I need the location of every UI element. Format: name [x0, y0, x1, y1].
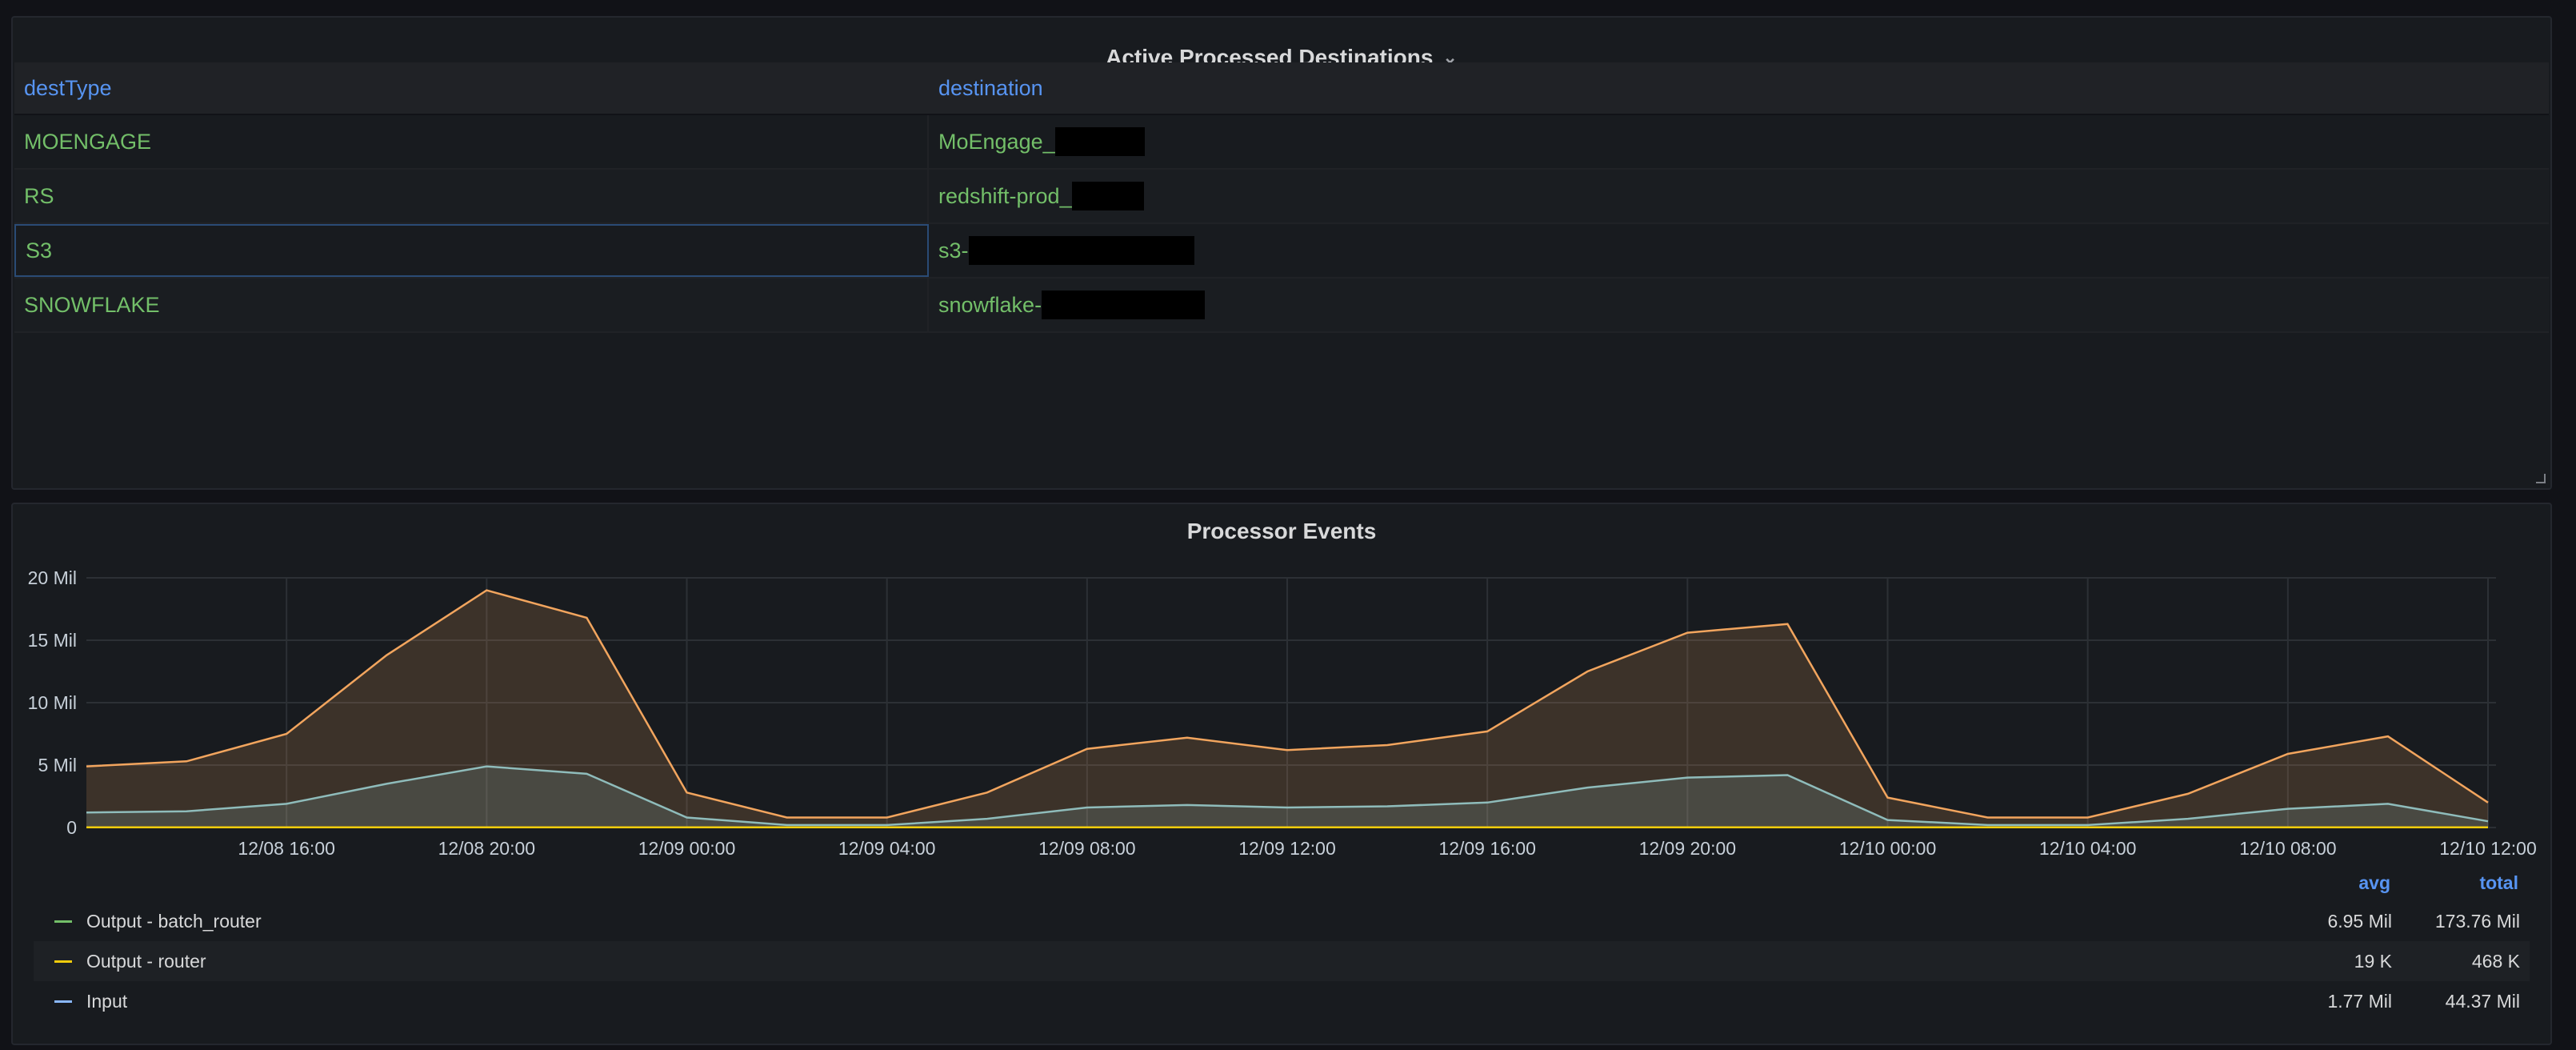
- redacted-block: [1042, 291, 1206, 319]
- x-tick-label: 12/09 08:00: [1038, 838, 1136, 859]
- x-tick-label: 12/09 16:00: [1438, 838, 1536, 859]
- x-tick-label: 12/09 04:00: [838, 838, 936, 859]
- cell-destination: redshift-prod_: [929, 170, 2549, 222]
- cell-desttype: S3: [14, 224, 929, 277]
- processor-events-panel: Processor Events 05 Mil 10 Mil 15 Mil 20 Mi…: [11, 503, 2552, 1045]
- legend-avg: 19 K: [2354, 950, 2392, 972]
- table-header-row: destType destination: [14, 62, 2549, 115]
- active-destinations-panel: Active Processed Destinations ⌄ destType …: [11, 16, 2552, 490]
- table-row: S3 s3-: [14, 224, 2549, 279]
- legend-total: 173.76 Mil: [2434, 910, 2520, 932]
- legend-header-total[interactable]: total: [2390, 872, 2528, 894]
- resize-handle-icon[interactable]: [2536, 474, 2546, 483]
- x-tick-label: 12/09 12:00: [1238, 838, 1336, 859]
- legend-avg: 1.77 Mil: [2327, 990, 2392, 1012]
- x-tick-label: 12/10 12:00: [2439, 838, 2537, 859]
- y-tick-label: 15 Mil: [28, 630, 77, 651]
- legend-total: 44.37 Mil: [2445, 990, 2520, 1012]
- y-tick-label: 0: [66, 817, 77, 838]
- legend-name: Output - batch_router: [86, 910, 262, 932]
- legend-swatch: [54, 960, 72, 963]
- column-header-destination[interactable]: destination: [929, 62, 2549, 114]
- redacted-block: [1071, 182, 1144, 210]
- legend-swatch: [54, 920, 72, 923]
- column-header-desttype[interactable]: destType: [14, 62, 929, 114]
- legend-avg: 6.95 Mil: [2327, 910, 2392, 932]
- legend-item-batch-router[interactable]: Output - batch_router 6.95 Mil 173.76 Mi…: [34, 901, 2530, 941]
- destination-text: redshift-prod_: [938, 183, 1072, 208]
- x-tick-label: 12/08 20:00: [438, 838, 536, 859]
- x-tick-label: 12/09 20:00: [1639, 838, 1737, 859]
- legend-header: avg total: [2262, 872, 2528, 894]
- cell-desttype: SNOWFLAKE: [14, 279, 929, 331]
- cell-destination: MoEngage_: [929, 115, 2549, 168]
- y-tick-label: 10 Mil: [28, 692, 77, 713]
- cell-desttype: RS: [14, 170, 929, 222]
- legend-name: Input: [86, 990, 128, 1012]
- destination-text: snowflake-: [938, 292, 1042, 317]
- processor-events-chart[interactable]: 0 5 Mil 10 Mil 15 Mil 20 Mil 12/08 16:00 12/08…: [13, 504, 2550, 872]
- x-tick-label: 12/09 00:00: [638, 838, 736, 859]
- table-row: RS redshift-prod_: [14, 170, 2549, 224]
- y-tick-label: 5 Mil: [38, 755, 77, 775]
- destination-text: MoEngage_: [938, 129, 1055, 154]
- table-row: SNOWFLAKE snowflake-: [14, 279, 2549, 333]
- legend-swatch: [54, 1000, 72, 1003]
- legend-header-avg[interactable]: avg: [2262, 872, 2390, 894]
- y-tick-label: 20 Mil: [28, 567, 77, 588]
- cell-destination: snowflake-: [929, 279, 2549, 331]
- legend-item-router[interactable]: Output - router 19 K 468 K: [34, 941, 2530, 981]
- legend-total: 468 K: [2471, 950, 2520, 972]
- redacted-block: [968, 236, 1194, 265]
- x-tick-label: 12/08 16:00: [238, 838, 335, 859]
- cell-destination: s3-: [929, 224, 2549, 277]
- legend-name: Output - router: [86, 950, 206, 972]
- cell-desttype: MOENGAGE: [14, 115, 929, 168]
- destinations-table: destType destination MOENGAGE MoEngage_ …: [14, 62, 2549, 333]
- destination-text: s3-: [938, 238, 969, 262]
- table-row: MOENGAGE MoEngage_: [14, 115, 2549, 170]
- redacted-block: [1054, 127, 1145, 156]
- x-tick-label: 12/10 00:00: [1839, 838, 1937, 859]
- x-tick-label: 12/10 08:00: [2239, 838, 2337, 859]
- legend-item-input[interactable]: Input 1.77 Mil 44.37 Mil: [34, 981, 2530, 1021]
- x-tick-label: 12/10 04:00: [2039, 838, 2137, 859]
